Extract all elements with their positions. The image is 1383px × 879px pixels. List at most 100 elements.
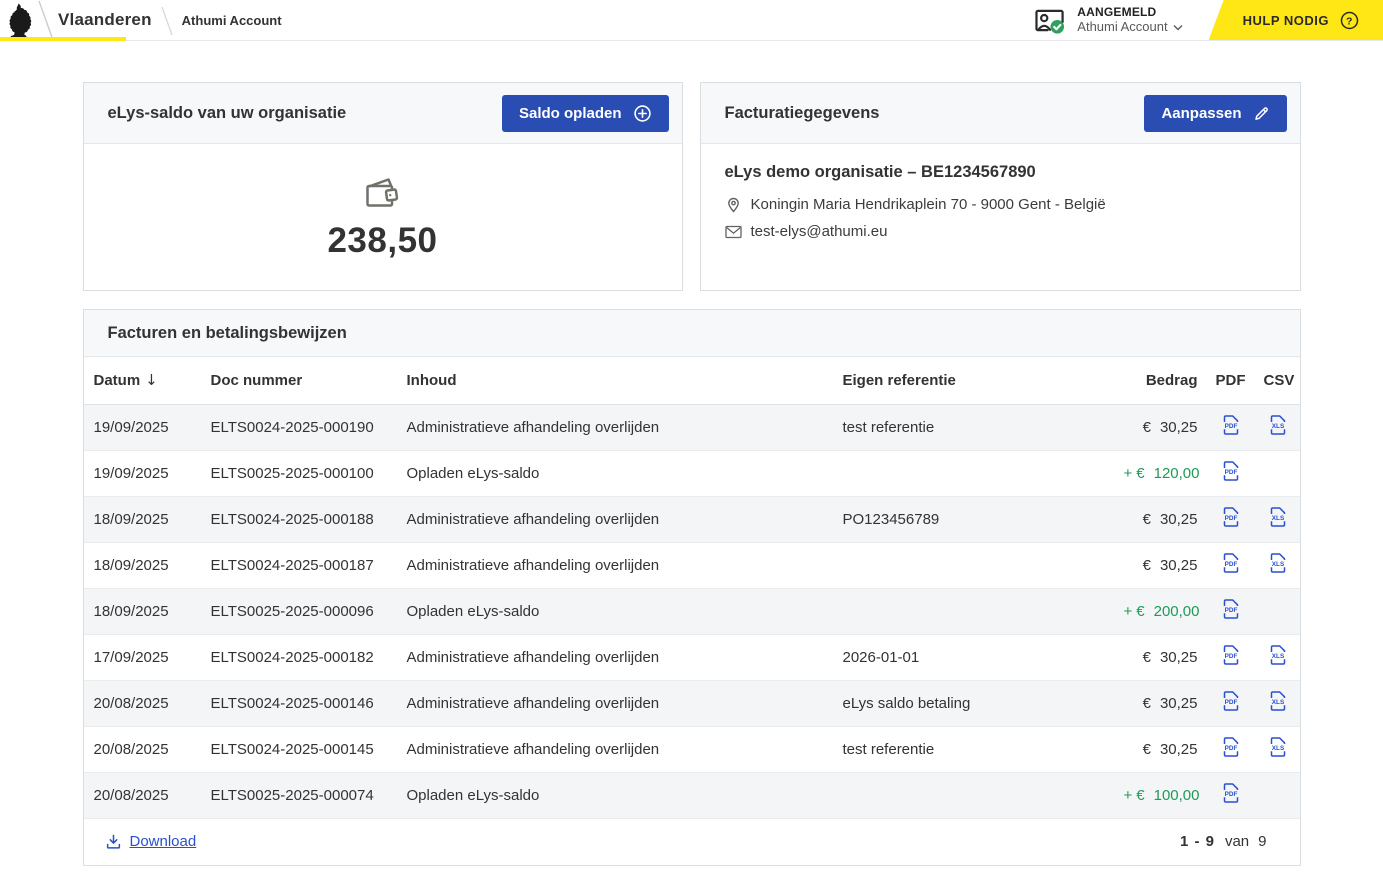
amount-value: 100,00 [1154,787,1200,804]
chevron-down-icon [1173,24,1183,31]
amount-currency: € [1136,603,1144,620]
invoice-content: Opladen eLys-saldo [399,588,835,634]
svg-text:XLS: XLS [1271,515,1284,522]
xls-file-icon: XLS [1268,552,1288,574]
invoice-doc-number: ELTS0024-2025-000190 [203,404,399,450]
pdf-download-link[interactable]: PDF [1221,552,1241,574]
invoice-content: Opladen eLys-saldo [399,450,835,496]
invoice-amount: €30,25 [1116,634,1206,680]
plus-circle-icon [633,104,652,123]
pagination: 1 - 9 van 9 [1180,833,1267,850]
invoice-content: Opladen eLys-saldo [399,772,835,818]
pdf-file-icon: PDF [1221,460,1241,482]
invoice-content: Administratieve afhandeling overlijden [399,496,835,542]
download-label: Download [130,833,197,850]
invoice-row: 17/09/2025 ELTS0024-2025-000182 Administ… [84,634,1300,680]
pagination-of-label: van [1225,833,1249,850]
invoice-row: 20/08/2025 ELTS0024-2025-000146 Administ… [84,680,1300,726]
amount-currency: € [1143,511,1151,528]
column-header-inhoud: Inhoud [399,357,835,404]
invoice-amount: €30,25 [1116,726,1206,772]
breadcrumb-app-name: Athumi Account [182,13,282,28]
pdf-download-link[interactable]: PDF [1221,644,1241,666]
invoice-date: 17/09/2025 [84,634,203,680]
xls-download-link[interactable]: XLS [1268,690,1288,712]
invoice-reference: PO123456789 [835,496,1116,542]
login-status-label: AANGEMELD [1077,5,1182,19]
xls-download-link[interactable]: XLS [1268,644,1288,666]
invoice-date: 18/09/2025 [84,542,203,588]
svg-text:PDF: PDF [1224,699,1237,706]
topup-balance-button[interactable]: Saldo opladen [502,95,669,132]
pdf-download-link[interactable]: PDF [1221,598,1241,620]
brand-home-link[interactable]: Vlaanderen [58,10,152,30]
invoice-amount: +€200,00 [1116,588,1206,634]
pdf-file-icon: PDF [1221,506,1241,528]
invoice-amount: €30,25 [1116,496,1206,542]
invoice-doc-number: ELTS0024-2025-000145 [203,726,399,772]
download-link[interactable]: Download [105,833,197,850]
amount-currency: € [1136,465,1144,482]
top-header: Vlaanderen Athumi Account AANGEMELD Athu… [0,0,1383,41]
column-header-datum[interactable]: Datum↓ [84,357,203,404]
svg-text:XLS: XLS [1271,699,1284,706]
invoice-date: 18/09/2025 [84,588,203,634]
topup-balance-label: Saldo opladen [519,105,622,122]
xls-download-link[interactable]: XLS [1268,552,1288,574]
svg-text:PDF: PDF [1224,607,1237,614]
location-pin-icon [725,196,742,213]
invoice-doc-number: ELTS0024-2025-000188 [203,496,399,542]
pagination-total: 9 [1258,833,1266,850]
edit-billing-button[interactable]: Aanpassen [1144,95,1286,132]
organisation-name: eLys demo organisatie – BE1234567890 [725,163,1276,182]
amount-value: 30,25 [1160,741,1198,758]
column-header-pdf: PDF [1206,357,1256,404]
xls-download-link[interactable]: XLS [1268,736,1288,758]
help-button[interactable]: HULP NODIG ? [1209,0,1383,40]
pdf-file-icon: PDF [1221,598,1241,620]
amount-sign: + [1124,787,1133,804]
svg-text:PDF: PDF [1224,561,1237,568]
svg-text:PDF: PDF [1224,791,1237,798]
xls-file-icon: XLS [1268,736,1288,758]
help-button-label: HULP NODIG [1243,13,1329,28]
pencil-icon [1253,105,1270,122]
amount-value: 30,25 [1160,557,1198,574]
pdf-download-link[interactable]: PDF [1221,736,1241,758]
svg-text:PDF: PDF [1224,423,1237,430]
invoice-reference [835,450,1116,496]
balance-card: eLys-saldo van uw organisatie Saldo opla… [83,82,683,291]
pdf-download-link[interactable]: PDF [1221,414,1241,436]
invoice-content: Administratieve afhandeling overlijden [399,542,835,588]
svg-text:XLS: XLS [1271,745,1284,752]
invoice-row: 20/08/2025 ELTS0024-2025-000145 Administ… [84,726,1300,772]
mail-icon [725,225,742,239]
brand-yellow-underline [0,37,126,41]
amount-currency: € [1143,741,1151,758]
invoice-doc-number: ELTS0024-2025-000182 [203,634,399,680]
pdf-download-link[interactable]: PDF [1221,460,1241,482]
xls-download-link[interactable]: XLS [1268,506,1288,528]
breadcrumb-slash-icon [152,0,182,41]
pdf-download-link[interactable]: PDF [1221,690,1241,712]
xls-download-link[interactable]: XLS [1268,414,1288,436]
amount-currency: € [1136,787,1144,804]
svg-text:XLS: XLS [1271,653,1284,660]
amount-sign: + [1124,465,1133,482]
pdf-download-link[interactable]: PDF [1221,782,1241,804]
pagination-range: 1 - 9 [1180,833,1215,850]
pdf-download-link[interactable]: PDF [1221,506,1241,528]
invoice-doc-number: ELTS0025-2025-000096 [203,588,399,634]
pdf-file-icon: PDF [1221,552,1241,574]
balance-card-title: eLys-saldo van uw organisatie [108,104,347,123]
invoices-table: Datum↓ Doc nummer Inhoud Eigen referenti… [84,357,1300,819]
pdf-file-icon: PDF [1221,644,1241,666]
invoice-date: 19/09/2025 [84,404,203,450]
download-icon [105,833,122,850]
invoice-reference [835,542,1116,588]
question-circle-icon: ? [1340,11,1359,30]
invoice-doc-number: ELTS0024-2025-000146 [203,680,399,726]
amount-currency: € [1143,419,1151,436]
amount-sign: + [1124,603,1133,620]
user-menu[interactable]: AANGEMELD Athumi Account [1034,0,1182,40]
